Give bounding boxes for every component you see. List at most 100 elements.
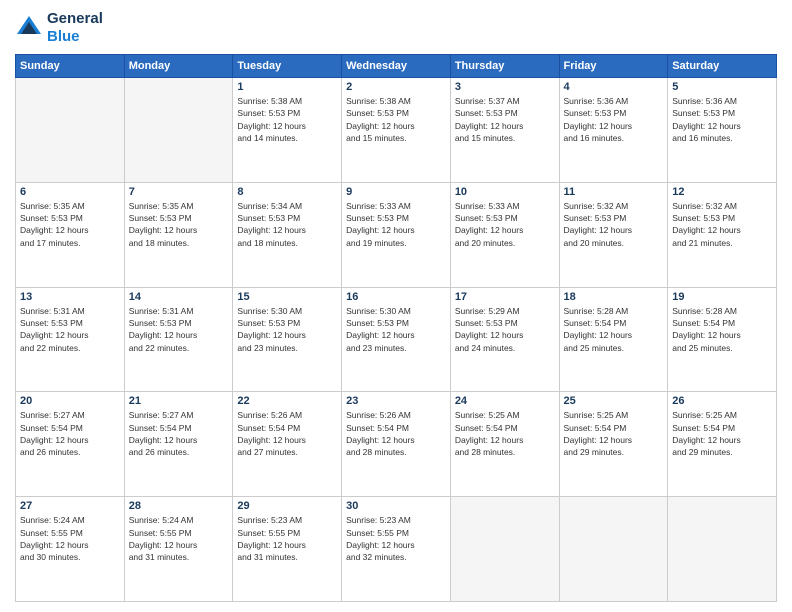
cell-info: Sunrise: 5:35 AM Sunset: 5:53 PM Dayligh… bbox=[20, 200, 120, 249]
weekday-header-tuesday: Tuesday bbox=[233, 55, 342, 78]
day-number: 23 bbox=[346, 395, 446, 407]
cell-info: Sunrise: 5:37 AM Sunset: 5:53 PM Dayligh… bbox=[455, 95, 555, 144]
cell-info: Sunrise: 5:24 AM Sunset: 5:55 PM Dayligh… bbox=[129, 514, 229, 563]
day-number: 11 bbox=[564, 186, 664, 198]
weekday-header-row: SundayMondayTuesdayWednesdayThursdayFrid… bbox=[16, 55, 777, 78]
day-number: 10 bbox=[455, 186, 555, 198]
cell-info: Sunrise: 5:28 AM Sunset: 5:54 PM Dayligh… bbox=[672, 305, 772, 354]
calendar-cell: 6 Sunrise: 5:35 AM Sunset: 5:53 PM Daylig… bbox=[16, 182, 125, 287]
day-number: 4 bbox=[564, 81, 664, 93]
day-number: 21 bbox=[129, 395, 229, 407]
calendar-cell: 17 Sunrise: 5:29 AM Sunset: 5:53 PM Dayli… bbox=[450, 287, 559, 392]
day-number: 18 bbox=[564, 291, 664, 303]
day-number: 27 bbox=[20, 500, 120, 512]
day-number: 7 bbox=[129, 186, 229, 198]
cell-info: Sunrise: 5:35 AM Sunset: 5:53 PM Dayligh… bbox=[129, 200, 229, 249]
cell-info: Sunrise: 5:33 AM Sunset: 5:53 PM Dayligh… bbox=[346, 200, 446, 249]
calendar-cell bbox=[16, 78, 125, 183]
calendar-cell: 1 Sunrise: 5:38 AM Sunset: 5:53 PM Daylig… bbox=[233, 78, 342, 183]
day-number: 16 bbox=[346, 291, 446, 303]
calendar-cell: 10 Sunrise: 5:33 AM Sunset: 5:53 PM Dayli… bbox=[450, 182, 559, 287]
day-number: 5 bbox=[672, 81, 772, 93]
day-number: 13 bbox=[20, 291, 120, 303]
calendar-cell: 11 Sunrise: 5:32 AM Sunset: 5:53 PM Dayli… bbox=[559, 182, 668, 287]
day-number: 14 bbox=[129, 291, 229, 303]
day-number: 24 bbox=[455, 395, 555, 407]
calendar-table: SundayMondayTuesdayWednesdayThursdayFrid… bbox=[15, 54, 777, 602]
cell-info: Sunrise: 5:27 AM Sunset: 5:54 PM Dayligh… bbox=[129, 409, 229, 458]
logo: General Blue bbox=[15, 10, 103, 46]
header: General Blue bbox=[15, 10, 777, 46]
page: General Blue SundayMondayTuesdayWednesda… bbox=[0, 0, 792, 612]
cell-info: Sunrise: 5:33 AM Sunset: 5:53 PM Dayligh… bbox=[455, 200, 555, 249]
calendar-cell: 21 Sunrise: 5:27 AM Sunset: 5:54 PM Dayli… bbox=[124, 392, 233, 497]
cell-info: Sunrise: 5:36 AM Sunset: 5:53 PM Dayligh… bbox=[564, 95, 664, 144]
cell-info: Sunrise: 5:31 AM Sunset: 5:53 PM Dayligh… bbox=[20, 305, 120, 354]
day-number: 28 bbox=[129, 500, 229, 512]
cell-info: Sunrise: 5:30 AM Sunset: 5:53 PM Dayligh… bbox=[237, 305, 337, 354]
day-number: 22 bbox=[237, 395, 337, 407]
cell-info: Sunrise: 5:31 AM Sunset: 5:53 PM Dayligh… bbox=[129, 305, 229, 354]
calendar-cell: 18 Sunrise: 5:28 AM Sunset: 5:54 PM Dayli… bbox=[559, 287, 668, 392]
calendar-cell: 23 Sunrise: 5:26 AM Sunset: 5:54 PM Dayli… bbox=[342, 392, 451, 497]
day-number: 20 bbox=[20, 395, 120, 407]
day-number: 30 bbox=[346, 500, 446, 512]
calendar-cell: 4 Sunrise: 5:36 AM Sunset: 5:53 PM Daylig… bbox=[559, 78, 668, 183]
calendar-cell: 8 Sunrise: 5:34 AM Sunset: 5:53 PM Daylig… bbox=[233, 182, 342, 287]
cell-info: Sunrise: 5:24 AM Sunset: 5:55 PM Dayligh… bbox=[20, 514, 120, 563]
calendar-cell: 25 Sunrise: 5:25 AM Sunset: 5:54 PM Dayli… bbox=[559, 392, 668, 497]
cell-info: Sunrise: 5:26 AM Sunset: 5:54 PM Dayligh… bbox=[346, 409, 446, 458]
calendar-cell: 5Sunrise: 5:36 AM Sunset: 5:53 PM Daylig… bbox=[668, 78, 777, 183]
calendar-cell bbox=[124, 78, 233, 183]
cell-info: Sunrise: 5:28 AM Sunset: 5:54 PM Dayligh… bbox=[564, 305, 664, 354]
day-number: 19 bbox=[672, 291, 772, 303]
weekday-header-thursday: Thursday bbox=[450, 55, 559, 78]
day-number: 2 bbox=[346, 81, 446, 93]
calendar-cell: 29 Sunrise: 5:23 AM Sunset: 5:55 PM Dayli… bbox=[233, 497, 342, 602]
calendar-cell: 30 Sunrise: 5:23 AM Sunset: 5:55 PM Dayli… bbox=[342, 497, 451, 602]
cell-info: Sunrise: 5:25 AM Sunset: 5:54 PM Dayligh… bbox=[564, 409, 664, 458]
day-number: 6 bbox=[20, 186, 120, 198]
calendar-cell: 27 Sunrise: 5:24 AM Sunset: 5:55 PM Dayli… bbox=[16, 497, 125, 602]
cell-info: Sunrise: 5:29 AM Sunset: 5:53 PM Dayligh… bbox=[455, 305, 555, 354]
weekday-header-saturday: Saturday bbox=[668, 55, 777, 78]
calendar-cell bbox=[668, 497, 777, 602]
day-number: 17 bbox=[455, 291, 555, 303]
calendar-cell bbox=[559, 497, 668, 602]
cell-info: Sunrise: 5:27 AM Sunset: 5:54 PM Dayligh… bbox=[20, 409, 120, 458]
calendar-week-3: 13 Sunrise: 5:31 AM Sunset: 5:53 PM Dayli… bbox=[16, 287, 777, 392]
calendar-cell: 3Sunrise: 5:37 AM Sunset: 5:53 PM Daylig… bbox=[450, 78, 559, 183]
cell-info: Sunrise: 5:30 AM Sunset: 5:53 PM Dayligh… bbox=[346, 305, 446, 354]
day-number: 9 bbox=[346, 186, 446, 198]
day-number: 26 bbox=[672, 395, 772, 407]
cell-info: Sunrise: 5:32 AM Sunset: 5:53 PM Dayligh… bbox=[672, 200, 772, 249]
day-number: 29 bbox=[237, 500, 337, 512]
cell-info: Sunrise: 5:25 AM Sunset: 5:54 PM Dayligh… bbox=[672, 409, 772, 458]
calendar-cell: 9 Sunrise: 5:33 AM Sunset: 5:53 PM Daylig… bbox=[342, 182, 451, 287]
cell-info: Sunrise: 5:38 AM Sunset: 5:53 PM Dayligh… bbox=[237, 95, 337, 144]
calendar-cell: 20 Sunrise: 5:27 AM Sunset: 5:54 PM Dayli… bbox=[16, 392, 125, 497]
calendar-cell: 15Sunrise: 5:30 AM Sunset: 5:53 PM Dayli… bbox=[233, 287, 342, 392]
calendar-week-4: 20 Sunrise: 5:27 AM Sunset: 5:54 PM Dayli… bbox=[16, 392, 777, 497]
calendar-cell: 14 Sunrise: 5:31 AM Sunset: 5:53 PM Dayli… bbox=[124, 287, 233, 392]
day-number: 8 bbox=[237, 186, 337, 198]
cell-info: Sunrise: 5:23 AM Sunset: 5:55 PM Dayligh… bbox=[237, 514, 337, 563]
calendar-week-1: 1 Sunrise: 5:38 AM Sunset: 5:53 PM Daylig… bbox=[16, 78, 777, 183]
calendar-cell: 13 Sunrise: 5:31 AM Sunset: 5:53 PM Dayli… bbox=[16, 287, 125, 392]
calendar-cell bbox=[450, 497, 559, 602]
cell-info: Sunrise: 5:23 AM Sunset: 5:55 PM Dayligh… bbox=[346, 514, 446, 563]
cell-info: Sunrise: 5:34 AM Sunset: 5:53 PM Dayligh… bbox=[237, 200, 337, 249]
cell-info: Sunrise: 5:26 AM Sunset: 5:54 PM Dayligh… bbox=[237, 409, 337, 458]
day-number: 12 bbox=[672, 186, 772, 198]
weekday-header-wednesday: Wednesday bbox=[342, 55, 451, 78]
calendar-cell: 19 Sunrise: 5:28 AM Sunset: 5:54 PM Dayli… bbox=[668, 287, 777, 392]
cell-info: Sunrise: 5:38 AM Sunset: 5:53 PM Dayligh… bbox=[346, 95, 446, 144]
logo-icon bbox=[15, 14, 43, 42]
day-number: 1 bbox=[237, 81, 337, 93]
cell-info: Sunrise: 5:32 AM Sunset: 5:53 PM Dayligh… bbox=[564, 200, 664, 249]
calendar-cell: 28 Sunrise: 5:24 AM Sunset: 5:55 PM Dayli… bbox=[124, 497, 233, 602]
calendar-cell: 7 Sunrise: 5:35 AM Sunset: 5:53 PM Daylig… bbox=[124, 182, 233, 287]
day-number: 25 bbox=[564, 395, 664, 407]
cell-info: Sunrise: 5:25 AM Sunset: 5:54 PM Dayligh… bbox=[455, 409, 555, 458]
weekday-header-sunday: Sunday bbox=[16, 55, 125, 78]
